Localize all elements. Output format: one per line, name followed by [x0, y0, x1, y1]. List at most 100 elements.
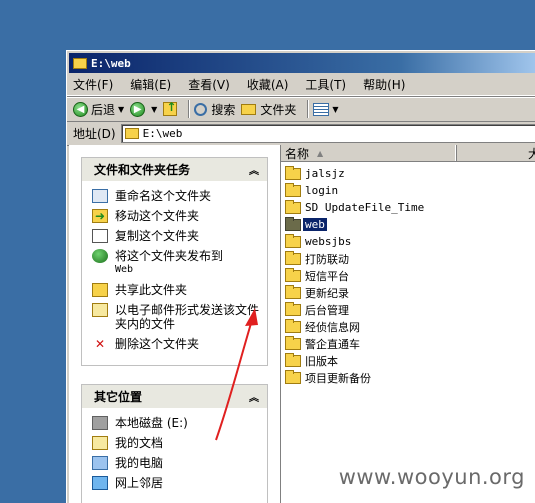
- folder-icon: [285, 352, 301, 367]
- folder-name: 短信平台: [305, 269, 349, 283]
- email-icon: [92, 303, 108, 317]
- views-button[interactable]: ▼: [313, 102, 339, 116]
- place-my-computer[interactable]: 我的电脑: [92, 456, 259, 470]
- toolbar-separator: [188, 100, 190, 118]
- menu-edit[interactable]: 编辑(E): [130, 76, 171, 93]
- folder-item[interactable]: SD UpdateFile_Time: [285, 199, 535, 216]
- folder-name: 警企直通车: [305, 337, 360, 351]
- watermark-text: www.wooyun.org: [338, 465, 525, 489]
- column-size-label: 大: [528, 145, 535, 162]
- place-my-documents[interactable]: 我的文档: [92, 436, 259, 450]
- collapse-chevron-icon[interactable]: ︽: [249, 162, 259, 177]
- folder-item[interactable]: web: [285, 216, 535, 233]
- back-label: 后退: [91, 102, 116, 117]
- collapse-chevron-icon[interactable]: ︽: [249, 389, 259, 404]
- panel-title: 其它位置: [94, 390, 143, 404]
- folder-item[interactable]: jalsjz: [285, 165, 535, 182]
- task-rename-folder[interactable]: 重命名这个文件夹: [92, 189, 259, 203]
- place-label: 我的文档: [115, 436, 164, 450]
- folder-icon: [285, 165, 301, 180]
- folder-item[interactable]: 警企直通车: [285, 335, 535, 352]
- forward-dropdown-icon[interactable]: ▼: [151, 105, 157, 114]
- main-content: 文件和文件夹任务 ︽ 重命名这个文件夹 ➜ 移动这个文件夹 复制这个文件夹 将这…: [69, 145, 535, 503]
- task-move-folder[interactable]: ➜ 移动这个文件夹: [92, 209, 259, 223]
- menu-tools[interactable]: 工具(T): [305, 76, 346, 93]
- folders-label: 文件夹: [260, 102, 297, 117]
- views-dropdown-icon[interactable]: ▼: [332, 105, 338, 114]
- folder-icon: [285, 267, 301, 282]
- address-input[interactable]: E:\web: [120, 124, 535, 143]
- folder-item[interactable]: 打防联动: [285, 250, 535, 267]
- task-pane: 文件和文件夹任务 ︽ 重命名这个文件夹 ➜ 移动这个文件夹 复制这个文件夹 将这…: [69, 145, 281, 503]
- column-header-size[interactable]: 大: [457, 145, 535, 161]
- title-bar[interactable]: E:\web: [69, 53, 535, 73]
- folder-icon: [285, 182, 301, 197]
- menu-favorites[interactable]: 收藏(A): [247, 76, 289, 93]
- folder-item[interactable]: 后台管理: [285, 301, 535, 318]
- folder-icon: [124, 128, 139, 139]
- folder-name: 经侦信息网: [305, 320, 360, 334]
- other-places-panel: 其它位置 ︽ 本地磁盘 (E:) 我的文档 我的电脑 网上邻居: [81, 384, 268, 503]
- address-bar: 地址(D) E:\web: [67, 122, 535, 146]
- place-local-disk[interactable]: 本地磁盘 (E:): [92, 416, 259, 430]
- menu-help[interactable]: 帮助(H): [363, 76, 405, 93]
- panel-header[interactable]: 文件和文件夹任务 ︽: [82, 158, 267, 181]
- task-publish-folder[interactable]: 将这个文件夹发布到 Web: [92, 249, 259, 277]
- menu-view[interactable]: 查看(V): [188, 76, 230, 93]
- task-label-wrap: 将这个文件夹发布到 Web: [115, 249, 223, 277]
- place-label: 我的电脑: [115, 456, 164, 470]
- rename-icon: [92, 189, 108, 203]
- task-label: 将这个文件夹发布到: [115, 249, 224, 263]
- task-email-files[interactable]: 以电子邮件形式发送该文件夹内的文件: [92, 303, 259, 331]
- address-label: 地址(D): [73, 127, 116, 141]
- search-label: 搜索: [211, 102, 236, 117]
- place-network[interactable]: 网上邻居: [92, 476, 259, 490]
- folder-name: SD UpdateFile_Time: [305, 201, 425, 214]
- folder-name: websjbs: [305, 235, 352, 248]
- search-icon: [194, 102, 208, 116]
- folder-name: 项目更新备份: [305, 371, 371, 385]
- back-dropdown-icon[interactable]: ▼: [118, 105, 124, 114]
- search-button[interactable]: 搜索: [194, 101, 235, 118]
- folders-button[interactable]: 文件夹: [241, 101, 296, 118]
- task-delete-folder[interactable]: ✕ 删除这个文件夹: [92, 337, 259, 351]
- folder-name: 后台管理: [305, 303, 349, 317]
- folder-icon: [285, 318, 301, 333]
- back-arrow-icon: ◀: [73, 101, 88, 117]
- folder-item[interactable]: 更新纪录: [285, 284, 535, 301]
- folder-name: login: [305, 184, 339, 197]
- folder-icon: [73, 57, 87, 69]
- share-icon: [92, 283, 108, 297]
- folder-item[interactable]: websjbs: [285, 233, 535, 250]
- folder-icon: [285, 250, 301, 265]
- menu-bar: 文件(F) 编辑(E) 查看(V) 收藏(A) 工具(T) 帮助(H): [67, 73, 535, 96]
- task-label: 共享此文件夹: [115, 283, 188, 297]
- back-button[interactable]: ◀ 后退 ▼: [73, 101, 124, 118]
- folder-name: jalsjz: [305, 167, 345, 180]
- folder-name: web: [303, 218, 327, 231]
- folder-item[interactable]: 旧版本: [285, 352, 535, 369]
- column-name-label: 名称: [285, 146, 310, 161]
- folder-item[interactable]: 短信平台: [285, 267, 535, 284]
- folder-item[interactable]: 经侦信息网: [285, 318, 535, 335]
- task-share-folder[interactable]: 共享此文件夹: [92, 283, 259, 297]
- folder-name: 打防联动: [305, 252, 349, 266]
- place-label: 本地磁盘 (E:): [115, 416, 188, 430]
- task-label: 移动这个文件夹: [115, 209, 200, 223]
- folder-name: 更新纪录: [305, 286, 349, 300]
- views-icon: [313, 102, 330, 116]
- folder-item[interactable]: 项目更新备份: [285, 369, 535, 386]
- column-header-name[interactable]: 名称 ▲: [281, 145, 457, 161]
- my-documents-icon: [92, 436, 108, 450]
- menu-file[interactable]: 文件(F): [73, 76, 113, 93]
- explorer-window: E:\web 文件(F) 编辑(E) 查看(V) 收藏(A) 工具(T) 帮助(…: [66, 50, 535, 503]
- folder-item[interactable]: login: [285, 182, 535, 199]
- file-list-pane: 名称 ▲ 大 jalsjz login SD UpdateFile_Timeweb w…: [281, 145, 535, 503]
- forward-button[interactable]: ▶ ▼: [130, 101, 157, 117]
- task-copy-folder[interactable]: 复制这个文件夹: [92, 229, 259, 243]
- folder-name: 旧版本: [305, 354, 338, 368]
- move-icon: ➜: [92, 209, 108, 223]
- up-button[interactable]: [163, 100, 178, 116]
- panel-header[interactable]: 其它位置 ︽: [82, 385, 267, 408]
- copy-icon: [92, 229, 108, 243]
